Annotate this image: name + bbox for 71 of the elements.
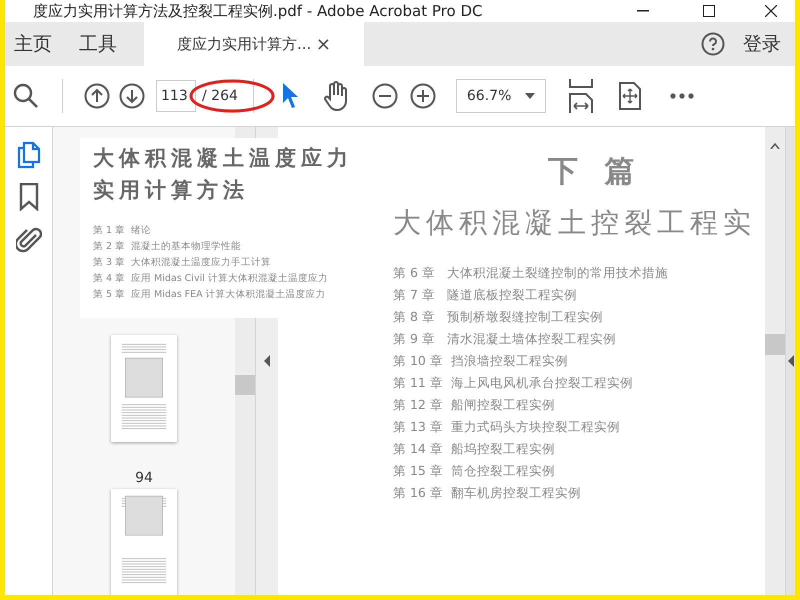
arrow-down-icon[interactable]	[119, 83, 145, 109]
chapter-title: 隧道底板控裂工程实例	[447, 286, 577, 304]
chapter-title: 船坞控裂工程实例	[450, 440, 555, 458]
chapter-number: 第 6 章	[393, 264, 436, 282]
chapter-number: 第 16 章	[393, 484, 444, 502]
scrollbar-thumb[interactable]	[235, 375, 255, 395]
minimize-icon[interactable]	[637, 10, 649, 12]
chapter-title: 应用 Midas FEA 计算大体积混凝土温度应力	[131, 288, 326, 301]
chapter-title: 重力式码头方块控裂工程实例	[450, 418, 620, 436]
window-title: 度应力实用计算方法及控裂工程实例.pdf - Adobe Acrobat Pro DC	[33, 2, 482, 20]
part-heading: 下 篇	[548, 153, 642, 191]
chapter-title: 海上风电风机承台控裂工程实例	[450, 374, 633, 392]
page-thumbnail[interactable]	[111, 488, 177, 595]
arrow-up-icon[interactable]	[84, 83, 110, 109]
scrollbar-thumb[interactable]	[765, 334, 785, 355]
more-icon[interactable]	[670, 93, 694, 99]
tab-close-button[interactable]: ×	[316, 30, 331, 58]
expand-arrow-icon[interactable]	[788, 355, 794, 367]
paperclip-icon[interactable]	[16, 225, 42, 253]
page-heading: 大体积混凝土控裂工程实	[393, 205, 757, 241]
chapter-number: 第 4 章	[93, 272, 126, 285]
close-icon[interactable]	[765, 5, 777, 17]
bookmark-icon[interactable]	[18, 183, 38, 211]
page-label: 94	[135, 468, 153, 488]
chapter-title: 大体积混凝土裂缝控制的常用技术措施	[447, 264, 668, 282]
chapter-number: 第 15 章	[393, 462, 444, 480]
maximize-icon[interactable]	[703, 5, 715, 17]
chapter-title: 翻车机房控裂工程实例	[450, 484, 581, 502]
chapter-title: 筒仓控裂工程实例	[450, 462, 555, 480]
chapter-title: 船闸控裂工程实例	[450, 396, 555, 414]
caret-icon	[524, 93, 535, 99]
chapter-title: 预制桥墩裂缝控制工程实例	[447, 308, 603, 326]
chapter-number: 第 10 章	[393, 352, 444, 370]
sign-in-link[interactable]: 登录	[743, 30, 781, 58]
chapter-number: 第 9 章	[393, 330, 436, 348]
chapter-number: 第 5 章	[93, 288, 126, 301]
hand-icon[interactable]	[322, 81, 349, 111]
collapse-arrow-icon[interactable]	[264, 355, 270, 367]
menu-item[interactable]: 工具	[79, 30, 117, 58]
tab-label: 度应力实用计算方...	[177, 34, 312, 55]
chapter-number: 第 12 章	[393, 396, 444, 414]
full-screen-icon[interactable]	[618, 82, 642, 110]
document-tab[interactable]: 度应力实用计算方... ×	[144, 22, 364, 66]
chapter-number: 第 13 章	[393, 418, 444, 436]
chapter-title: 大体积混凝土温度应力手工计算	[131, 256, 271, 269]
chapter-title: 清水混凝土墙体控裂工程实例	[447, 330, 616, 348]
chapter-title: 挡浪墙控裂工程实例	[450, 352, 568, 370]
chapter-number: 第 8 章	[393, 308, 436, 326]
inset-title: 实用计算方法	[93, 176, 250, 204]
pointer-icon[interactable]	[280, 82, 299, 110]
page-number-field[interactable]: 113	[156, 80, 196, 112]
page-total: / 264	[202, 86, 238, 106]
zoom-out-icon[interactable]	[372, 83, 398, 109]
fit-width-icon[interactable]	[568, 78, 594, 114]
search-icon[interactable]	[13, 83, 39, 109]
chapter-title: 应用 Midas Civil 计算大体积混凝土温度应力	[131, 272, 328, 285]
pages-icon[interactable]	[16, 141, 42, 169]
chapter-title: 混凝土的基本物理学性能	[131, 240, 241, 253]
chapter-number: 第 7 章	[393, 286, 436, 304]
page-thumbnail[interactable]	[111, 335, 177, 442]
scroll-up-icon[interactable]	[770, 143, 780, 149]
chapter-number: 第 2 章	[93, 240, 126, 253]
chapter-number: 第 14 章	[393, 440, 444, 458]
chapter-number: 第 3 章	[93, 256, 126, 269]
chapter-number: 第 11 章	[393, 374, 444, 392]
zoom-in-icon[interactable]	[410, 83, 436, 109]
menu-item[interactable]: 主页	[14, 30, 52, 58]
chapter-number: 第 1 章	[93, 224, 126, 237]
zoom-dropdown[interactable]: 66.7%	[456, 79, 546, 113]
inset-title: 大体积混凝土温度应力	[93, 144, 354, 172]
chapter-title: 绪论	[131, 224, 151, 237]
